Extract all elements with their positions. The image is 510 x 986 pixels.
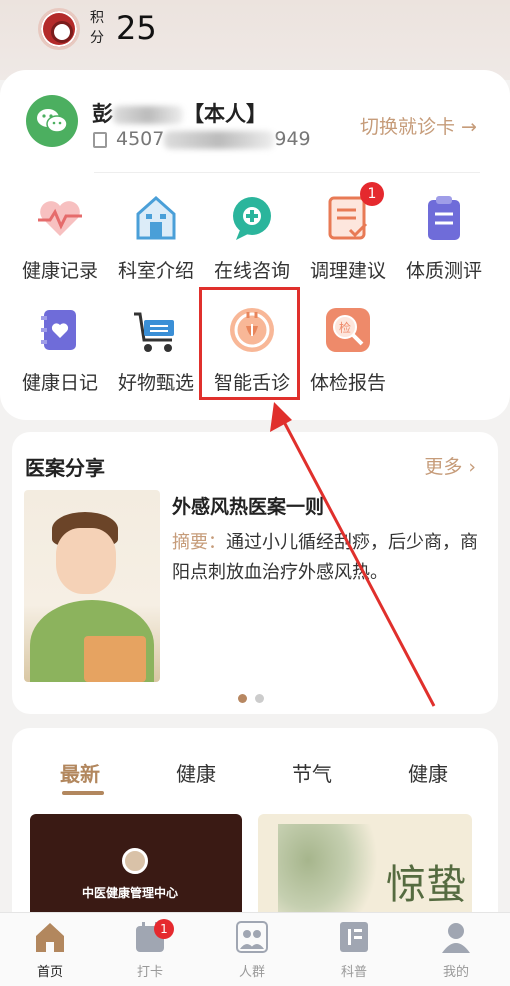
wechat-icon: [37, 109, 68, 133]
card-icon: [93, 132, 107, 148]
grid-online-consult[interactable]: 在线咨询: [204, 192, 300, 283]
hospital-logo: [38, 8, 80, 50]
tab-health-2[interactable]: 健康: [408, 758, 448, 787]
carousel-dot-active[interactable]: [238, 694, 247, 703]
more-link[interactable]: 更多 ›: [424, 452, 476, 479]
tab-solar-terms[interactable]: 节气: [292, 758, 332, 787]
grid-health-record[interactable]: 健康记录: [12, 192, 108, 283]
tab-underline: [62, 791, 104, 795]
tab-label: 人群: [238, 965, 265, 980]
grid-label: 健康日记: [21, 372, 98, 394]
points-label: 积分: [90, 10, 104, 46]
illustration-face: [56, 528, 116, 594]
building-icon: [130, 192, 182, 244]
tab-science[interactable]: 科普: [314, 919, 394, 980]
grid-label: 在线咨询: [213, 260, 290, 282]
grid-label: 体检报告: [309, 372, 386, 394]
redacted-name: [113, 106, 183, 124]
thumbnail-caption: 中医健康管理中心: [82, 886, 179, 900]
points-value[interactable]: 25: [116, 8, 157, 48]
grid-constitution-test[interactable]: 体质测评: [396, 192, 492, 283]
case-summary: 摘要：通过小儿循经刮痧，后少商，商阳点刺放血治疗外感风热。: [172, 528, 482, 588]
carousel-dots: [238, 688, 272, 707]
carousel-dot[interactable]: [255, 694, 264, 703]
news-section: 最新 健康 节气 健康 中医健康管理中心 惊蛰: [12, 728, 498, 938]
heart-notebook-icon: [34, 304, 86, 356]
grid-label: 科室介绍: [117, 260, 194, 282]
card-number: 4507 949: [116, 128, 311, 150]
checklist-icon: 1: [322, 182, 384, 244]
highlight-box: [199, 287, 300, 400]
tab-latest[interactable]: 最新: [60, 758, 100, 787]
tab-home[interactable]: 首页: [10, 919, 90, 980]
grid-label: 体质测评: [405, 260, 482, 282]
case-share-section: 医案分享 更多 › 外感风热医案一则 摘要：通过小儿循经刮痧，后少商，商阳点刺放…: [12, 432, 498, 714]
user-icon: [438, 919, 474, 955]
people-icon: [234, 919, 270, 955]
tab-label: 首页: [36, 965, 63, 980]
grid-label: 好物甄选: [117, 372, 194, 394]
grid-department[interactable]: 科室介绍: [108, 192, 204, 283]
card-number-suffix: 949: [274, 128, 311, 150]
grid-health-diary[interactable]: 健康日记: [12, 304, 108, 395]
tab-health[interactable]: 健康: [176, 758, 216, 787]
clipboard-icon: [418, 192, 470, 244]
notification-badge: 1: [360, 182, 384, 206]
patient-name: 彭 【本人】: [92, 98, 267, 128]
shopping-cart-icon: [130, 304, 182, 356]
illustration-tissue-box: [84, 636, 146, 682]
tab-groups[interactable]: 人群: [212, 919, 292, 980]
notification-badge: 1: [154, 919, 174, 939]
name-suffix: 【本人】: [183, 102, 267, 126]
summary-key: 摘要：: [172, 532, 226, 553]
grid-label: 调理建议: [309, 260, 386, 282]
wechat-avatar[interactable]: [26, 95, 78, 147]
solar-term-title: 惊蛰: [386, 862, 466, 908]
home-icon: [32, 919, 68, 955]
grid-goods-selection[interactable]: 好物甄选: [108, 304, 204, 395]
case-title[interactable]: 外感风热医案一则: [172, 492, 324, 519]
tab-label: 科普: [340, 965, 367, 980]
switch-card-button[interactable]: 切换就诊卡 →: [360, 112, 477, 139]
name-prefix: 彭: [92, 102, 113, 126]
svg-text:检: 检: [339, 320, 351, 335]
tab-checkin[interactable]: 1 打卡: [110, 919, 190, 980]
divider: [94, 172, 480, 173]
bottom-tab-bar: 首页 1 打卡 人群 科普 我的: [0, 912, 510, 986]
tab-mine[interactable]: 我的: [416, 919, 496, 980]
case-illustration[interactable]: [24, 490, 160, 682]
heart-pulse-icon: [34, 192, 86, 244]
center-logo: [122, 848, 148, 874]
tab-label: 我的: [442, 965, 469, 980]
chat-plus-icon: [226, 192, 278, 244]
search-report-icon: 检: [322, 304, 374, 356]
book-icon: [336, 919, 372, 955]
redacted-card-number: [164, 130, 275, 149]
card-number-prefix: 4507: [116, 128, 165, 150]
tab-label: 打卡: [136, 965, 163, 980]
top-bar: 积分 25: [0, 0, 510, 80]
grid-label: 健康记录: [21, 260, 98, 282]
grid-checkup-report[interactable]: 检 体检报告: [300, 304, 396, 395]
calendar-icon: 1: [132, 919, 174, 955]
section-title: 医案分享: [25, 456, 105, 480]
grid-recuperation-advice[interactable]: 1 调理建议: [300, 182, 396, 283]
